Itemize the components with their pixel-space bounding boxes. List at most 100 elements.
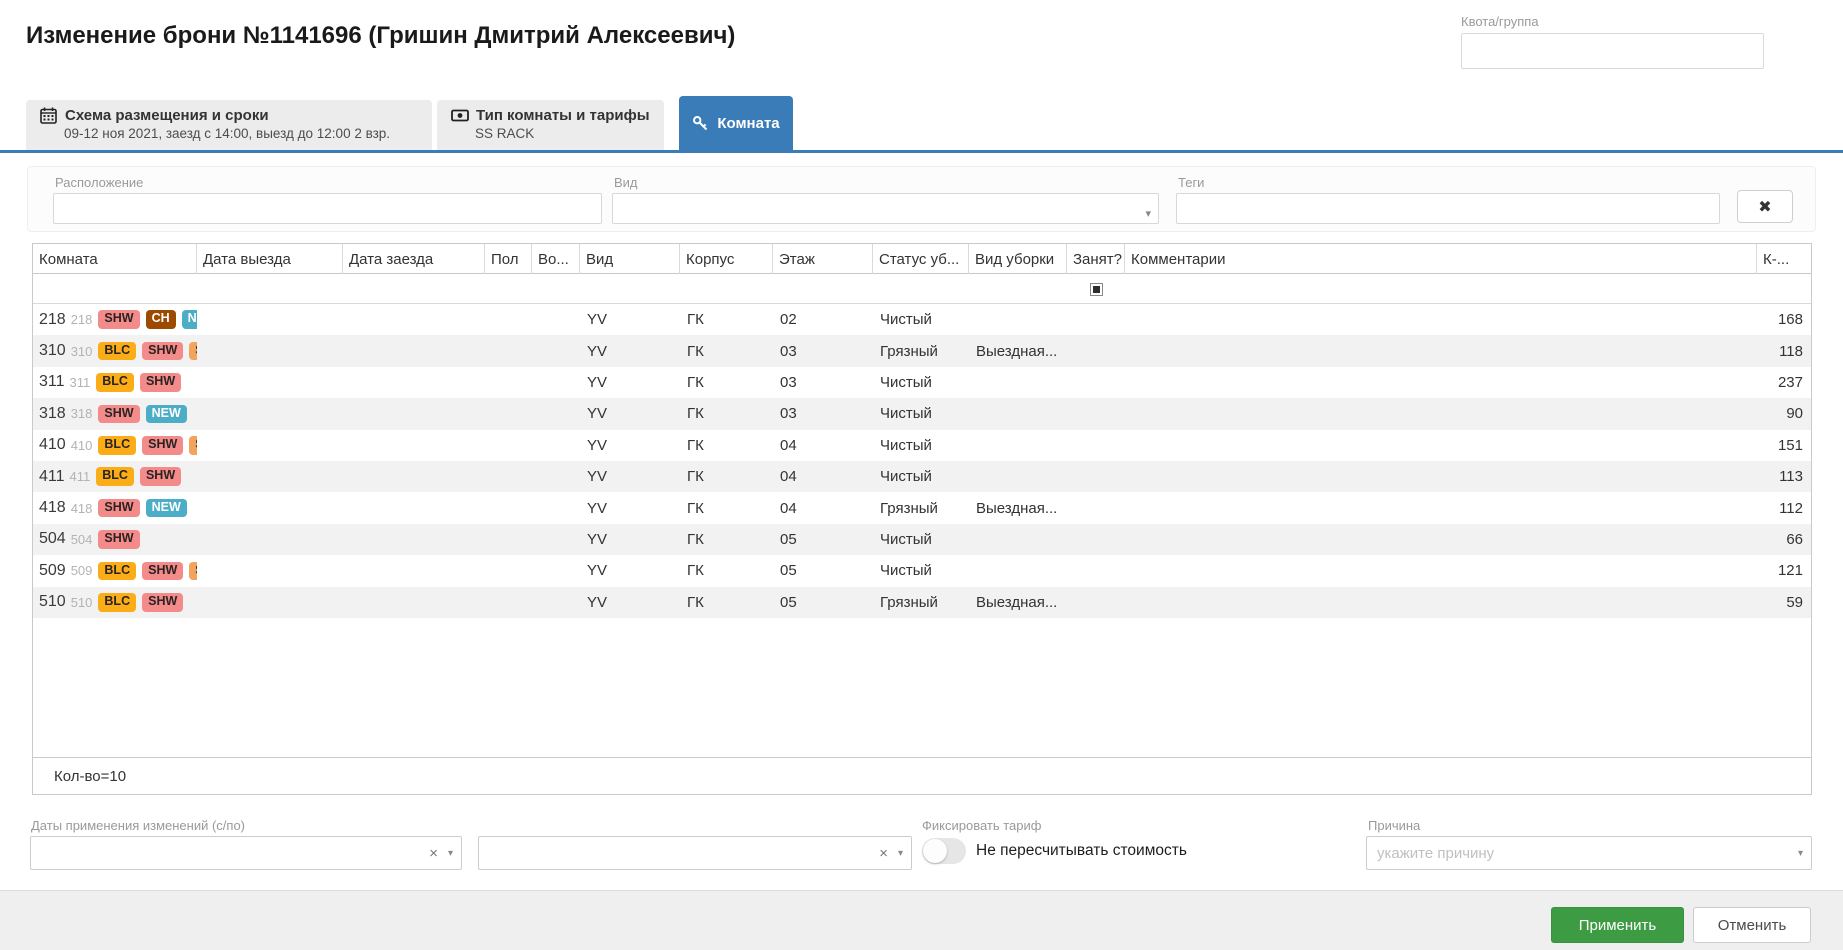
reason-select[interactable]: укажите причину ▾ <box>1366 836 1812 870</box>
chevron-down-icon[interactable]: ▾ <box>1145 207 1151 220</box>
room-tag-badge-shw: SHW <box>140 467 181 486</box>
view-select[interactable] <box>612 193 1159 224</box>
table-row[interactable]: 411411BLCSHWYVГК04Чистый113 <box>33 461 1811 492</box>
table-body: 218218SHWCHNEWYVГК02Чистый168310310BLCSH… <box>33 304 1811 618</box>
room-tag-badge-s: S <box>189 562 197 581</box>
column-header-6[interactable]: Корпус <box>680 244 773 274</box>
room-number-secondary: 310 <box>71 344 93 359</box>
view-label: Вид <box>612 175 1159 190</box>
cell-view: YV <box>580 531 680 548</box>
room-number: 509 <box>39 562 66 580</box>
cell-building: ГК <box>680 437 773 454</box>
filter-cell-4 <box>532 274 580 304</box>
cell-clean_type: Выездная... <box>969 594 1067 611</box>
room-number-secondary: 411 <box>70 469 91 484</box>
cell-count: 112 <box>1757 500 1811 517</box>
tab-title-row: Схема размещения и сроки <box>26 100 432 124</box>
filter-cell-10 <box>1067 274 1125 304</box>
column-header-9[interactable]: Вид уборки <box>969 244 1067 274</box>
cell-clean_type: Выездная... <box>969 500 1067 517</box>
cell-count: 118 <box>1757 343 1811 360</box>
column-header-2[interactable]: Дата заезда <box>343 244 485 274</box>
room-number-secondary: 510 <box>71 595 93 610</box>
room-tag-badge-shw: SHW <box>140 373 181 392</box>
tab-room[interactable]: Комната <box>679 96 793 150</box>
room-number-secondary: 504 <box>71 532 93 547</box>
cell-clean_status: Чистый <box>873 311 969 328</box>
cell-floor: 03 <box>773 405 873 422</box>
tab-placement-scheme[interactable]: Схема размещения и сроки 09-12 ноя 2021,… <box>26 100 432 150</box>
location-input[interactable] <box>53 193 602 224</box>
cell-floor: 05 <box>773 594 873 611</box>
room-number: 311 <box>39 373 65 391</box>
room-cell: 410410BLCSHWS <box>33 436 197 455</box>
clear-filters-icon: ✖ <box>1758 197 1771 217</box>
column-header-10[interactable]: Занят? <box>1067 244 1125 274</box>
table-row[interactable]: 311311BLCSHWYVГК03Чистый237 <box>33 367 1811 398</box>
table-row[interactable]: 318318SHWNEWYVГК03Чистый90 <box>33 398 1811 429</box>
room-cell: 310310BLCSHWS <box>33 342 197 361</box>
column-header-5[interactable]: Вид <box>580 244 680 274</box>
cell-clean_status: Чистый <box>873 437 969 454</box>
tab-bar: Схема размещения и сроки 09-12 ноя 2021,… <box>0 96 1843 153</box>
table-row[interactable]: 410410BLCSHWSYVГК04Чистый151 <box>33 430 1811 461</box>
room-cell: 504504SHW <box>33 530 197 549</box>
tab-room-type-tariffs[interactable]: Тип комнаты и тарифы SS RACK <box>437 100 664 150</box>
column-header-8[interactable]: Статус уб... <box>873 244 969 274</box>
tags-input[interactable] <box>1176 193 1720 224</box>
column-header-11[interactable]: Комментарии <box>1125 244 1757 274</box>
chevron-down-icon[interactable]: ▾ <box>898 848 903 859</box>
chevron-down-icon[interactable]: ▾ <box>448 848 453 859</box>
cell-floor: 03 <box>773 343 873 360</box>
room-number: 318 <box>39 405 66 423</box>
tab-sublabel: 09-12 ноя 2021, заезд с 14:00, выезд до … <box>26 124 432 141</box>
column-header-7[interactable]: Этаж <box>773 244 873 274</box>
cell-building: ГК <box>680 405 773 422</box>
table-row[interactable]: 418418SHWNEWYVГК04ГрязныйВыездная...112 <box>33 492 1811 523</box>
clear-date-from-icon[interactable]: × <box>429 845 438 862</box>
checkbox-indeterminate-mark <box>1093 286 1100 293</box>
bottom-controls: Даты применения изменений (с/по) × ▾ × ▾… <box>0 814 1843 884</box>
table-row[interactable]: 509509BLCSHWSYVГК05Чистый121 <box>33 555 1811 586</box>
clear-date-to-icon[interactable]: × <box>879 845 888 862</box>
table-row[interactable]: 504504SHWYVГК05Чистый66 <box>33 524 1811 555</box>
filter-cell-5 <box>580 274 680 304</box>
filter-panel: Расположение Вид ▾ Теги ✖ <box>27 166 1816 232</box>
table-row[interactable]: 510510BLCSHWYVГК05ГрязныйВыездная...59 <box>33 587 1811 618</box>
room-number: 411 <box>39 468 65 486</box>
cell-clean_status: Чистый <box>873 405 969 422</box>
filter-cell-8 <box>873 274 969 304</box>
chevron-down-icon[interactable]: ▾ <box>1798 848 1803 859</box>
apply-dates-label: Даты применения изменений (с/по) <box>31 818 245 833</box>
apply-button[interactable]: Применить <box>1551 907 1684 943</box>
table-row[interactable]: 218218SHWCHNEWYVГК02Чистый168 <box>33 304 1811 335</box>
quota-group-input[interactable] <box>1461 33 1764 69</box>
room-number: 410 <box>39 436 66 454</box>
table-row[interactable]: 310310BLCSHWSYVГК03ГрязныйВыездная...118 <box>33 335 1811 366</box>
view-filter: Вид ▾ <box>612 175 1159 224</box>
column-header-1[interactable]: Дата выезда <box>197 244 343 274</box>
filter-cell-7 <box>773 274 873 304</box>
date-to-combo[interactable]: × ▾ <box>478 836 912 870</box>
room-number: 310 <box>39 342 66 360</box>
occupied-filter-checkbox[interactable] <box>1090 283 1103 296</box>
tab-label: Схема размещения и сроки <box>65 107 269 124</box>
clear-filters-button[interactable]: ✖ <box>1737 190 1793 223</box>
cell-clean_status: Чистый <box>873 468 969 485</box>
column-header-12[interactable]: К-... <box>1757 244 1811 274</box>
tab-label: Комната <box>717 115 779 132</box>
row-count-label: Кол-во=10 <box>54 768 126 785</box>
cancel-button[interactable]: Отменить <box>1693 907 1811 943</box>
room-number: 504 <box>39 530 66 548</box>
cell-view: YV <box>580 500 680 517</box>
column-header-3[interactable]: Пол <box>485 244 532 274</box>
fix-tariff-toggle[interactable] <box>922 838 966 864</box>
column-header-0[interactable]: Комната <box>33 244 197 274</box>
cell-clean_status: Чистый <box>873 562 969 579</box>
date-from-combo[interactable]: × ▾ <box>30 836 462 870</box>
toggle-knob <box>923 839 947 863</box>
room-tag-badge-s: S <box>189 436 197 455</box>
column-header-4[interactable]: Во... <box>532 244 580 274</box>
reason-label: Причина <box>1368 818 1420 833</box>
cell-floor: 04 <box>773 500 873 517</box>
